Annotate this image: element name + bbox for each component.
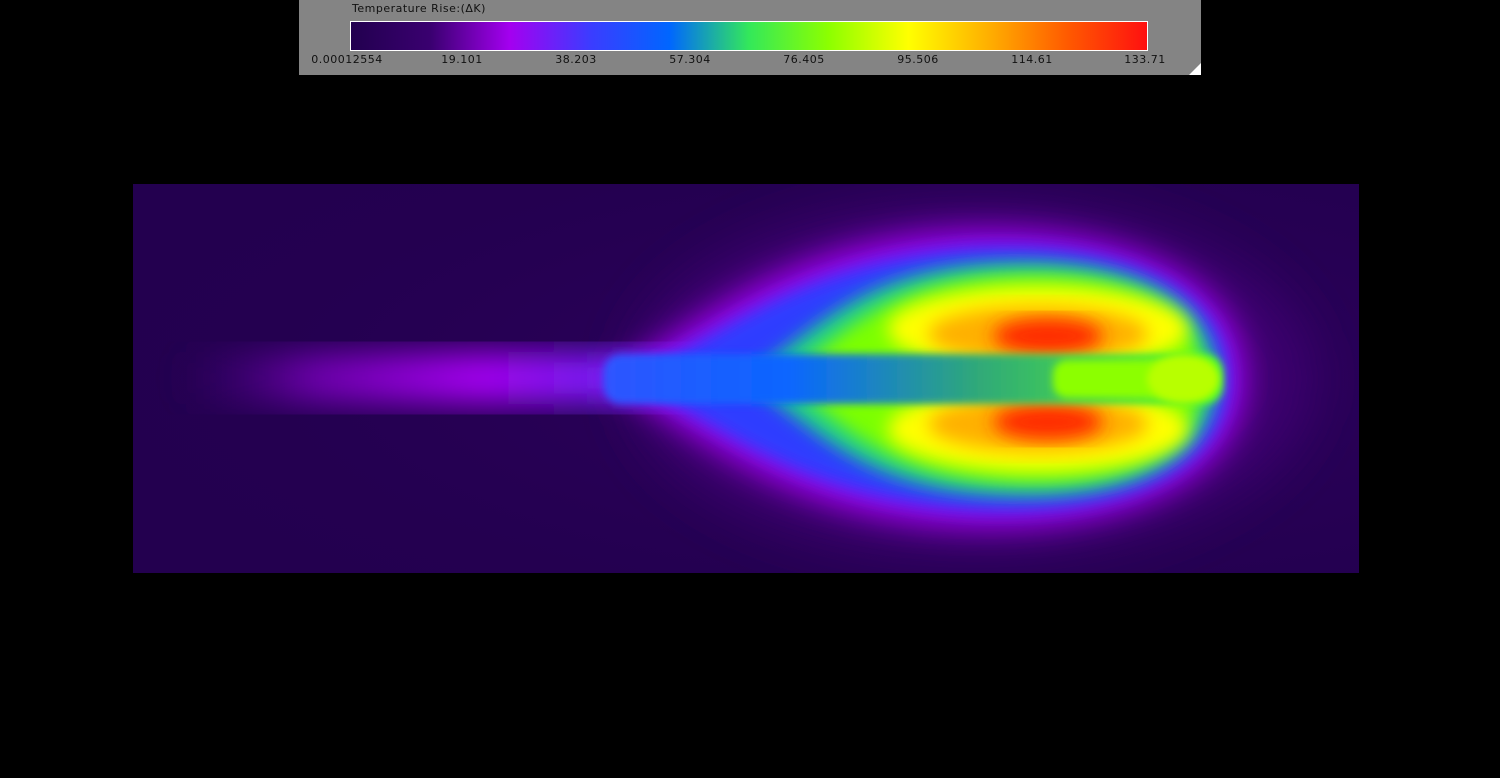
legend-title: Temperature Rise:(ΔK) <box>352 2 486 15</box>
legend-tick-label: 38.203 <box>555 53 597 66</box>
resize-grip-icon[interactable] <box>1189 63 1201 75</box>
color-legend-panel[interactable]: Temperature Rise:(ΔK) 0.00012554 19.101 … <box>299 0 1201 75</box>
temperature-field-plot[interactable] <box>133 184 1359 573</box>
hotspot-upper-red <box>993 318 1103 354</box>
legend-color-bar <box>350 21 1148 51</box>
legend-tick-label: 76.405 <box>783 53 825 66</box>
core-nozzle <box>1147 355 1219 403</box>
render-viewport[interactable]: Temperature Rise:(ΔK) 0.00012554 19.101 … <box>0 0 1500 778</box>
legend-tick-label: 95.506 <box>897 53 939 66</box>
legend-tick-label: 0.00012554 <box>311 53 383 66</box>
hotspot-lower-red <box>993 404 1103 440</box>
legend-tick-label: 133.71 <box>1124 53 1166 66</box>
legend-tick-label: 57.304 <box>669 53 711 66</box>
legend-tick-label: 114.61 <box>1011 53 1053 66</box>
legend-tick-label: 19.101 <box>441 53 483 66</box>
